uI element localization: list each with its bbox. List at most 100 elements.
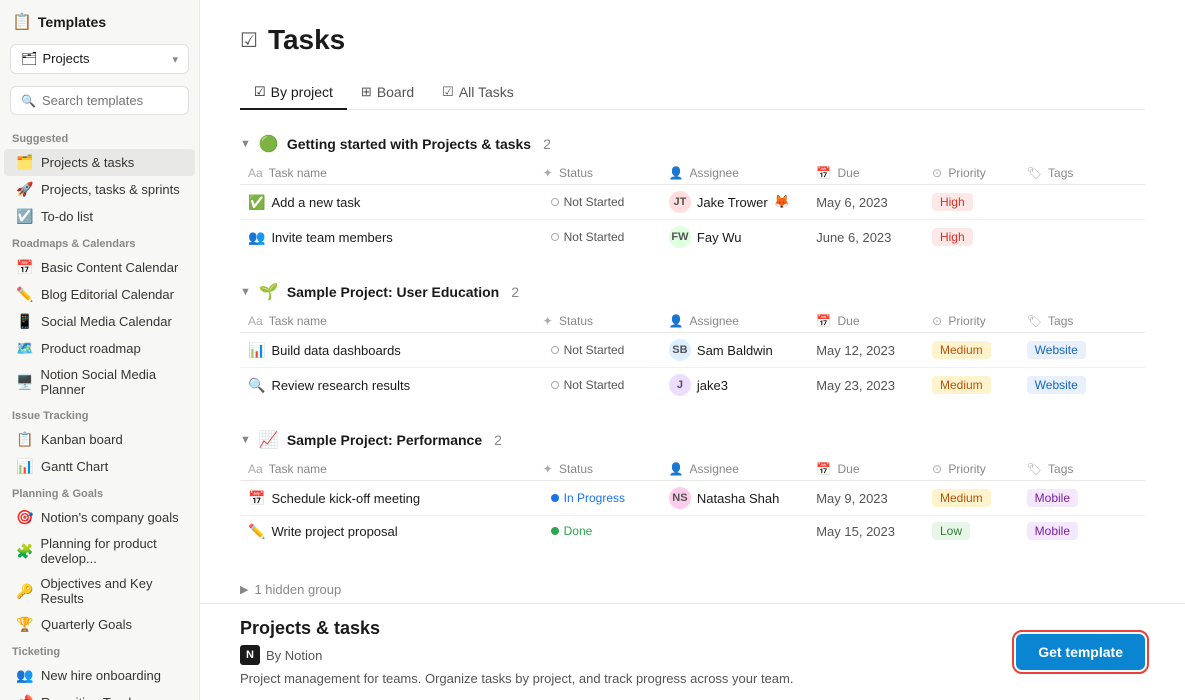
task-3-2-emoji: ✏️ (248, 523, 265, 540)
sidebar-header: 📋 Templates (0, 0, 199, 40)
table-row[interactable]: ✏️ Write project proposal Done (240, 516, 1145, 547)
by-project-icon: ☑ (254, 84, 266, 100)
search-icon: 🔍 (21, 94, 36, 108)
tab-all-tasks[interactable]: ☑ All Tasks (428, 76, 528, 110)
group-getting-started: ▼ 🟢 Getting started with Projects & task… (240, 134, 1145, 254)
sidebar-item-kanban[interactable]: 📋 Kanban board (4, 426, 195, 453)
col-header-tags-1: 🏷 Tags (1019, 162, 1145, 185)
tab-board-label: Board (377, 84, 414, 100)
col-header-status-2: ✦ Status (535, 310, 661, 333)
tab-by-project-label: By project (271, 84, 333, 100)
dropdown-label: 🗂Projects (21, 51, 89, 67)
sidebar-item-product-roadmap[interactable]: 🗺️ Product roadmap (4, 335, 195, 362)
tab-by-project[interactable]: ☑ By project (240, 76, 347, 110)
sidebar-item-label: Product roadmap (41, 341, 141, 356)
sidebar-item-planning-product[interactable]: 🧩 Planning for product develop... (4, 531, 195, 571)
search-box[interactable]: 🔍 (10, 86, 189, 115)
table-row[interactable]: 📅 Schedule kick-off meeting In Progress … (240, 481, 1145, 516)
sidebar: 📋 Templates 🗂Projects ▾ 🔍 Suggested 🗂️ P… (0, 0, 200, 700)
sidebar-item-label: Kanban board (41, 432, 123, 447)
col-header-assignee-2: 👤 Assignee (661, 310, 808, 333)
section-label-roadmaps: Roadmaps & Calendars (0, 230, 199, 254)
task-3-1-due: May 9, 2023 (816, 491, 888, 506)
get-template-button[interactable]: Get template (1016, 634, 1145, 670)
table-row[interactable]: ✅ Add a new task Not Started JT J (240, 185, 1145, 220)
group-3-table: Aa Task name ✦ Status 👤 Assignee 📅 Due ⊙… (240, 458, 1145, 546)
view-tabs: ☑ By project ⊞ Board ☑ All Tasks (240, 76, 1145, 110)
col-header-due-3: 📅 Due (808, 458, 924, 481)
sidebar-item-projects-tasks[interactable]: 🗂️ Projects & tasks (4, 149, 195, 176)
group-2-count: 2 (511, 284, 519, 300)
sidebar-item-new-hire[interactable]: 👥 New hire onboarding (4, 662, 195, 689)
avatar: FW (669, 226, 691, 248)
board-icon: ⊞ (361, 84, 372, 100)
sidebar-item-recruiting[interactable]: 📌 Recruiting Tracker (4, 689, 195, 700)
sidebar-item-company-goals[interactable]: 🎯 Notion's company goals (4, 504, 195, 531)
sidebar-item-label: Gantt Chart (41, 459, 108, 474)
footer-title: Projects & tasks (240, 618, 793, 639)
task-1-2-name: Invite team members (271, 230, 392, 245)
task-2-2-emoji: 🔍 (248, 377, 265, 394)
sidebar-item-label: Projects, tasks & sprints (41, 182, 180, 197)
group-2-header: ▼ 🌱 Sample Project: User Education 2 (240, 282, 1145, 302)
sidebar-item-projects-tasks-sprints[interactable]: 🚀 Projects, tasks & sprints (4, 176, 195, 203)
section-label-issue: Issue Tracking (0, 402, 199, 426)
group-2-table: Aa Task name ✦ Status 👤 Assignee 📅 Due ⊙… (240, 310, 1145, 402)
table-row[interactable]: 📊 Build data dashboards Not Started SB (240, 333, 1145, 368)
task-3-1-tag: Mobile (1027, 489, 1078, 507)
main-content: ☑ Tasks ☑ By project ⊞ Board ☑ All Tasks… (200, 0, 1185, 700)
col-header-assignee-1: 👤 Assignee (661, 162, 808, 185)
group-3-count: 2 (494, 432, 502, 448)
page-title-icon: ☑ (240, 28, 258, 53)
task-2-2-name: Review research results (271, 378, 410, 393)
group-3-header: ▼ 📈 Sample Project: Performance 2 (240, 430, 1145, 450)
sidebar-item-social-media-cal[interactable]: 📱 Social Media Calendar (4, 308, 195, 335)
task-1-2-due: June 6, 2023 (816, 230, 891, 245)
task-2-1-tag: Website (1027, 341, 1086, 359)
page-title: Tasks (268, 24, 345, 56)
task-1-2-emoji: 👥 (248, 229, 265, 246)
sidebar-item-okr[interactable]: 🔑 Objectives and Key Results (4, 571, 195, 611)
footer-by-label: By Notion (266, 648, 322, 663)
sidebar-item-quarterly-goals[interactable]: 🏆 Quarterly Goals (4, 611, 195, 638)
task-1-1-emoji: ✅ (248, 194, 265, 211)
table-row[interactable]: 🔍 Review research results Not Started J (240, 368, 1145, 403)
task-1-1-priority: High (932, 193, 973, 211)
sidebar-item-todo[interactable]: ☑️ To-do list (4, 203, 195, 230)
sidebar-item-label: Basic Content Calendar (41, 260, 178, 275)
search-input[interactable] (42, 93, 178, 108)
tab-board[interactable]: ⊞ Board (347, 76, 428, 110)
col-header-due-1: 📅 Due (808, 162, 924, 185)
task-3-1-status: In Progress (543, 489, 633, 507)
hidden-group-row[interactable]: ▶ 1 hidden group (240, 574, 1145, 605)
task-2-2-status: Not Started (543, 376, 633, 394)
footer-description: Project management for teams. Organize t… (240, 671, 793, 686)
group-1-count: 2 (543, 136, 551, 152)
col-header-priority-1: ⊙ Priority (924, 162, 1019, 185)
sidebar-item-label: Quarterly Goals (41, 617, 132, 632)
task-3-1-name: Schedule kick-off meeting (271, 491, 420, 506)
task-1-2-priority: High (932, 228, 973, 246)
group-1-title: Getting started with Projects & tasks (287, 136, 531, 152)
sidebar-item-blog-editorial[interactable]: ✏️ Blog Editorial Calendar (4, 281, 195, 308)
sidebar-item-basic-content-cal[interactable]: 📅 Basic Content Calendar (4, 254, 195, 281)
task-2-1-priority: Medium (932, 341, 991, 359)
task-1-2-status: Not Started (543, 228, 633, 246)
sidebar-item-gantt[interactable]: 📊 Gantt Chart (4, 453, 195, 480)
col-header-priority-2: ⊙ Priority (924, 310, 1019, 333)
sidebar-item-label: New hire onboarding (41, 668, 161, 683)
task-3-2-name: Write project proposal (271, 524, 397, 539)
sidebar-section-ticketing: Ticketing 👥 New hire onboarding 📌 Recrui… (0, 638, 199, 700)
group-3-toggle[interactable]: ▼ (240, 434, 251, 446)
col-header-priority-3: ⊙ Priority (924, 458, 1019, 481)
task-1-1-due: May 6, 2023 (816, 195, 888, 210)
col-header-name-1: Aa Task name (240, 162, 535, 185)
sidebar-item-notion-social-planner[interactable]: 🖥️ Notion Social Media Planner (4, 362, 195, 402)
projects-dropdown[interactable]: 🗂Projects ▾ (10, 44, 189, 74)
group-2-toggle[interactable]: ▼ (240, 286, 251, 298)
group-1-toggle[interactable]: ▼ (240, 138, 251, 150)
task-1-1-status: Not Started (543, 193, 633, 211)
table-row[interactable]: 👥 Invite team members Not Started FW (240, 220, 1145, 255)
task-2-1-status: Not Started (543, 341, 633, 359)
task-2-1-due: May 12, 2023 (816, 343, 895, 358)
